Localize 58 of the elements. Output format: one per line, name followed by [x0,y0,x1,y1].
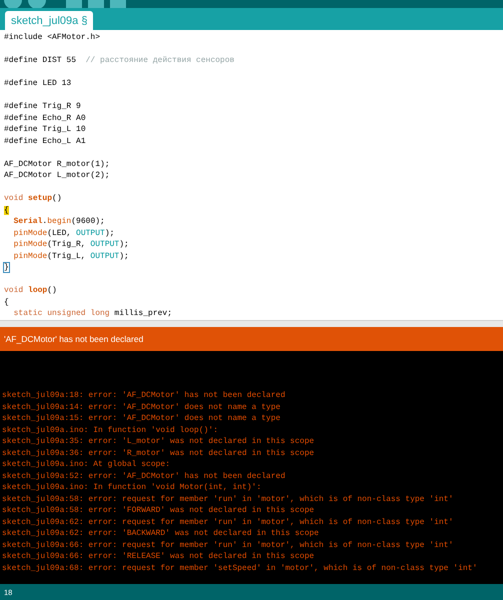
code-class: Serial [14,217,42,226]
console-error-line: sketch_jul09a.ino: At global scope: [2,459,172,470]
code-function: setup [28,194,52,203]
code-text: #define DIST 55 [4,56,78,65]
console-error-line: sketch_jul09a:66: error: 'RELEASE' was not declared in this scope [2,551,316,562]
code-text: ); [119,240,129,249]
console-error-line: sketch_jul09a:62: error: request for member 'run' in 'motor', which is of non-class type 'int' [2,516,454,528]
console-error-line: sketch_jul09a:35: error: 'L_motor' was not declared in this scope [2,436,316,448]
console-error-line: sketch_jul09a:18: error: 'AF_DCMotor' has not been declared [2,390,286,402]
code-text: { [4,298,9,306]
sketch-tab[interactable]: sketch_jul09a § [5,11,94,30]
code-text: #include <AFMotor.h> [4,33,100,42]
console-error-line: sketch_jul09a:58: error: request for member 'run' in 'motor', which is of non-class type 'int' [2,494,454,505]
code-keyword: void [4,194,24,203]
code-text: () [47,286,57,295]
code-text: #define Trig_R 9 [4,102,81,111]
code-text: () [52,194,62,203]
console-error-line: sketch_jul09a:62: error: 'BACKWARD' was not declared in this scope [2,528,320,540]
code-comment: // расстояние действия сенсоров [86,56,234,65]
code-text: (LED, [47,228,72,238]
code-keyword: static unsigned long [14,309,110,318]
console-error-line: sketch_jul09a:15: error: 'AF_DCMotor' does not name a type [2,413,282,424]
code-constant: OUTPUT [90,240,120,249]
console-error-line: sketch_jul09a.ino: In function 'void loop()': [2,424,220,436]
code-text: AF_DCMotor L_motor(2); [4,171,110,180]
matched-brace: { [4,206,9,214]
code-function: pinMode [14,240,48,249]
code-constant: OUTPUT [90,252,120,260]
matched-brace: } [4,263,9,272]
code-function: loop [28,286,48,295]
console-error-line: sketch_jul09a.ino: In function 'void Motor(int, int)': [2,482,262,494]
code-text: ); [119,252,129,260]
code-text: . [42,217,48,226]
code-text: ); [104,228,114,238]
code-text: #define Echo_L A1 [4,136,86,146]
console-error-line: sketch_jul09a:58: error: 'FORWARD' was not declared in this scope [2,505,316,516]
code-text: #define Trig_L 10 [4,125,86,134]
code-text: (Trig_R, [47,240,87,249]
code-text: AF_DCMotor R_motor(1); [4,160,110,168]
code-text: #define LED 13 [4,79,72,88]
console-error-line: sketch_jul09a:52: error: 'AF_DCMotor' has not been declared [2,470,286,482]
code-text: #define Echo_R A0 [4,114,86,122]
error-message-bar: 'AF_DCMotor' has not been declared [0,327,503,351]
code-text: (9600); [71,217,105,226]
code-text: millis_prev; [113,309,172,318]
console-error-line: sketch_jul09a:68: error: request for member 'setSpeed' in 'motor', which is of non-class type 'int' [2,562,478,574]
code-constant: OUTPUT [76,228,105,238]
console-error-line: sketch_jul09a:66: error: request for member 'run' in 'motor', which is of non-class type 'int' [2,540,454,551]
console-error-line: sketch_jul09a:36: error: 'R_motor' was not declared in this scope [2,448,316,459]
code-function: pinMode [14,228,48,238]
console-error-line: sketch_jul09a:14: error: 'AF_DCMotor' does not name a type [2,402,282,413]
code-text: (Trig_L, [47,252,87,260]
code-keyword: void [4,286,24,295]
save-button[interactable] [110,0,126,8]
code-function: begin [47,217,72,226]
open-button[interactable] [88,0,104,8]
new-button[interactable] [66,0,82,8]
code-function: pinMode [14,252,48,260]
